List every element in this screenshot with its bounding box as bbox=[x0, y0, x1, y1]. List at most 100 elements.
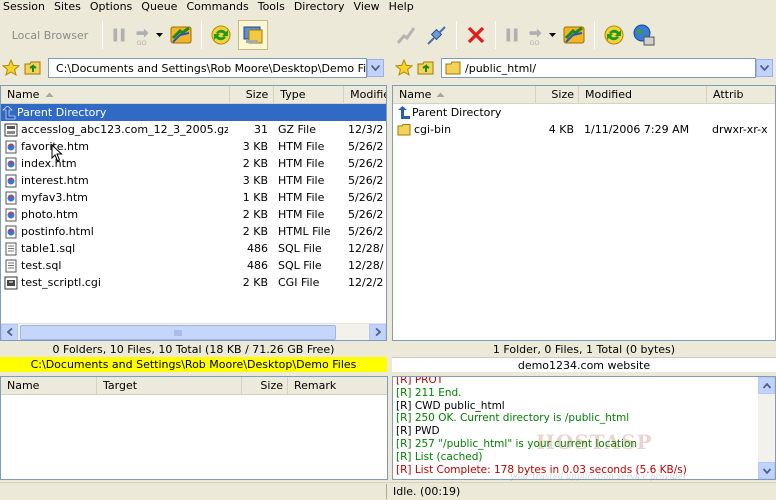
refresh-icon bbox=[604, 25, 624, 45]
left-header-size[interactable]: Size bbox=[230, 86, 275, 103]
scroll-left-button[interactable] bbox=[1, 323, 18, 340]
log-vertical-scrollbar[interactable] bbox=[758, 377, 775, 479]
menu-session[interactable]: Session bbox=[0, 0, 50, 15]
folder-icon bbox=[445, 61, 461, 75]
left-header-modified[interactable]: Modifie bbox=[344, 86, 386, 103]
right-path-input[interactable]: /public_html/ bbox=[441, 58, 756, 78]
menu-help[interactable]: Help bbox=[385, 0, 419, 15]
menu-options[interactable]: Options bbox=[86, 0, 137, 15]
log-line: [R] PROT bbox=[396, 376, 444, 386]
folder-up-icon[interactable] bbox=[416, 59, 436, 77]
list-item[interactable]: test.sql 486 SQL File 12/28/ bbox=[1, 257, 386, 274]
star-icon[interactable] bbox=[395, 59, 413, 77]
menu-tools[interactable]: Tools bbox=[254, 0, 290, 15]
right-header-size[interactable]: Size bbox=[536, 86, 579, 103]
list-item[interactable]: accesslog_abc123.com_12_3_2005.gz 31 GZ … bbox=[1, 121, 386, 138]
right-header-name[interactable]: Name bbox=[393, 86, 536, 103]
queue-header-name[interactable]: Name bbox=[1, 377, 97, 394]
list-item[interactable]: Parent Directory bbox=[393, 104, 775, 121]
remote-transfer-button[interactable]: GO bbox=[524, 20, 548, 50]
list-item[interactable]: photo.htm 2 KB HTM File 5/26/2 bbox=[1, 206, 386, 223]
right-address-bar: /public_html/ bbox=[395, 56, 773, 80]
abort-button[interactable] bbox=[461, 20, 491, 50]
left-address-bar: C:\Documents and Settings\Rob Moore\Desk… bbox=[2, 56, 384, 80]
right-status: 1 Folder, 0 Files, 1 Total (0 bytes) bbox=[392, 342, 776, 357]
list-item[interactable]: Parent Directory bbox=[1, 104, 386, 121]
status-text: Idle. (00:19) bbox=[393, 485, 461, 498]
compare-folders-icon bbox=[563, 26, 585, 44]
left-path-status: C:\Documents and Settings\Rob Moore\Desk… bbox=[0, 357, 387, 372]
refresh-button[interactable] bbox=[206, 20, 236, 50]
scroll-track[interactable] bbox=[18, 324, 369, 341]
svg-text:GO: GO bbox=[530, 39, 540, 47]
html-file-icon bbox=[5, 174, 17, 187]
queue-header-target[interactable]: Target bbox=[97, 377, 242, 394]
pause-button[interactable] bbox=[107, 20, 131, 50]
right-path-text: /public_html/ bbox=[465, 61, 537, 75]
transfer-button[interactable]: GO bbox=[131, 20, 155, 50]
right-header-modified[interactable]: Modified bbox=[579, 86, 707, 103]
left-rows: Parent Directory accesslog_abc123.com_12… bbox=[1, 104, 386, 291]
cgi-file-icon bbox=[4, 276, 18, 289]
left-header-type[interactable]: Type bbox=[274, 86, 345, 103]
local-view-button[interactable] bbox=[238, 20, 268, 50]
left-path-dropdown[interactable] bbox=[367, 59, 384, 77]
scroll-thumb[interactable] bbox=[20, 324, 336, 340]
menu-queue[interactable]: Queue bbox=[137, 0, 182, 15]
queue-header-remark[interactable]: Remark bbox=[288, 377, 387, 394]
star-icon[interactable] bbox=[2, 59, 20, 77]
up-arrow-icon bbox=[2, 105, 16, 119]
scroll-down-button[interactable] bbox=[758, 462, 775, 479]
remote-pause-button[interactable] bbox=[500, 20, 524, 50]
left-header-name[interactable]: Name bbox=[1, 86, 231, 103]
left-list-header: Name Size Type Modifie bbox=[1, 86, 386, 104]
right-header-attrib[interactable]: Attrib bbox=[707, 86, 775, 103]
queue-header-size[interactable]: Size bbox=[242, 377, 288, 394]
right-site-status: demo1234.com website bbox=[392, 357, 776, 372]
right-file-list: Name Size Modified Attrib Parent Directo… bbox=[392, 85, 776, 341]
left-file-list: Name Size Type Modifie Parent Directory … bbox=[0, 85, 387, 341]
list-item[interactable]: postinfo.html 2 KB HTML File 5/26/2 bbox=[1, 223, 386, 240]
list-item[interactable]: myfav3.htm 1 KB HTM File 5/26/2 bbox=[1, 189, 386, 206]
right-list-header: Name Size Modified Attrib bbox=[393, 86, 775, 104]
archive-file-icon bbox=[4, 123, 18, 136]
text-file-icon bbox=[5, 259, 17, 272]
connect-icon bbox=[396, 27, 416, 44]
scroll-track[interactable] bbox=[758, 394, 775, 462]
scroll-right-button[interactable] bbox=[369, 323, 386, 340]
disconnect-button[interactable] bbox=[422, 20, 452, 50]
list-item[interactable]: table1.sql 486 SQL File 12/28/ bbox=[1, 240, 386, 257]
remote-transfer-dropdown[interactable] bbox=[548, 20, 558, 50]
transfer-icon: GO bbox=[136, 28, 149, 47]
folder-up-icon[interactable] bbox=[23, 59, 43, 77]
log-line: [R] CWD public_html bbox=[396, 399, 505, 412]
connect-button[interactable] bbox=[392, 20, 422, 50]
queue-header: Name Target Size Remark bbox=[1, 377, 387, 395]
globe-icon bbox=[633, 24, 655, 46]
log-pane: [R] PROT [R] 211 End. [R] CWD public_htm… bbox=[392, 376, 776, 480]
list-item[interactable]: test_scriptl.cgi 2 KB CGI File 12/2/2 bbox=[1, 274, 386, 291]
remote-refresh-button[interactable] bbox=[599, 20, 629, 50]
left-path-input[interactable]: C:\Documents and Settings\Rob Moore\Desk… bbox=[48, 58, 367, 78]
transfer-dropdown[interactable] bbox=[155, 20, 165, 50]
left-horizontal-scrollbar[interactable] bbox=[1, 323, 386, 340]
local-browser-button[interactable]: Local Browser bbox=[2, 20, 98, 50]
scroll-up-button[interactable] bbox=[758, 377, 775, 394]
chevron-down-icon bbox=[371, 65, 380, 71]
menu-sites[interactable]: Sites bbox=[50, 0, 86, 15]
chevron-down-icon bbox=[549, 33, 556, 37]
menu-directory[interactable]: Directory bbox=[290, 0, 350, 15]
right-path-dropdown[interactable] bbox=[756, 59, 773, 77]
transfer-icon: GO bbox=[529, 28, 542, 47]
watermark-brand: HOSTASP bbox=[536, 430, 653, 454]
list-item[interactable]: cgi-bin 4 KB 1/11/2006 7:29 AM drwxr-xr-… bbox=[393, 121, 775, 138]
menu-commands[interactable]: Commands bbox=[182, 0, 253, 15]
list-item[interactable]: interest.htm 3 KB HTM File 5/26/2 bbox=[1, 172, 386, 189]
compare-folders-button[interactable] bbox=[165, 20, 197, 50]
plug-icon bbox=[427, 26, 446, 45]
remote-compare-folders-button[interactable] bbox=[558, 20, 590, 50]
close-icon bbox=[467, 26, 485, 44]
log-lines: [R] PROT [R] 211 End. [R] CWD public_htm… bbox=[396, 376, 756, 476]
menu-view[interactable]: View bbox=[350, 0, 385, 15]
remote-site-button[interactable] bbox=[629, 20, 659, 50]
